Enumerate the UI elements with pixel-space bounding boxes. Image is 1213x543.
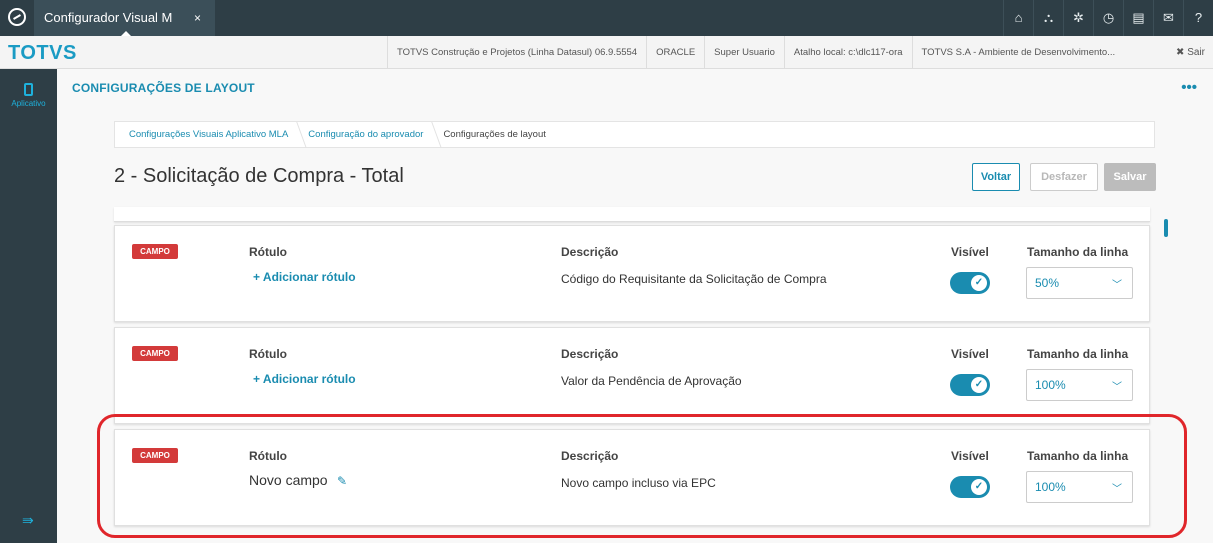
undo-button[interactable]: Desfazer	[1030, 163, 1098, 191]
visible-header: Visível	[951, 245, 989, 259]
info-shortcut: Atalho local: c:\dlc117-ora	[783, 36, 912, 69]
document-icon[interactable]: ▤	[1123, 0, 1153, 36]
app-tab-label: Configurador Visual M	[44, 10, 173, 25]
edit-pencil-icon[interactable]: ✎	[337, 474, 347, 488]
visible-toggle[interactable]: ✓	[950, 272, 990, 294]
info-product: TOTVS Construção e Projetos (Linha Datas…	[387, 36, 646, 69]
line-size-select[interactable]: 50% ﹀	[1026, 267, 1133, 299]
app-tab[interactable]: Configurador Visual M ×	[34, 0, 215, 37]
info-database: ORACLE	[646, 36, 704, 69]
add-label-link[interactable]: + Adicionar rótulo	[253, 372, 356, 386]
breadcrumb-item-layout-config: Configurações de layout	[443, 129, 546, 140]
field-description: Novo campo incluso via EPC	[561, 476, 716, 490]
sidebar-item-aplicativo[interactable]: Aplicativo	[0, 77, 57, 108]
field-card: CAMPO Rótulo + Adicionar rótulo Descriçã…	[114, 327, 1150, 424]
field-type-badge: CAMPO	[132, 448, 178, 463]
info-user: Super Usuario	[704, 36, 784, 69]
add-label-link[interactable]: + Adicionar rótulo	[253, 270, 356, 284]
section-title: CONFIGURAÇÕES DE LAYOUT	[72, 81, 255, 95]
chevron-down-icon: ﹀	[1112, 484, 1122, 495]
field-label: Novo campo	[249, 472, 328, 488]
description-header: Descrição	[561, 245, 619, 259]
collapse-sidebar-icon[interactable]: ⇛	[22, 512, 34, 529]
check-icon: ✓	[971, 275, 987, 291]
visible-toggle[interactable]: ✓	[950, 374, 990, 396]
info-environment: TOTVS S.A - Ambiente de Desenvolvimento.…	[911, 36, 1125, 69]
page-title: 2 - Solicitação de Compra - Total	[114, 165, 404, 187]
line-size-select[interactable]: 100% ﹀	[1026, 471, 1133, 503]
clock-icon[interactable]: ◷	[1093, 0, 1123, 36]
check-icon: ✓	[971, 377, 987, 393]
main-content: CONFIGURAÇÕES DE LAYOUT ••• Configuraçõe…	[57, 69, 1213, 543]
sidebar-item-label: Aplicativo	[11, 99, 46, 108]
field-card-new: CAMPO Rótulo Novo campo ✎ Descrição Novo…	[114, 429, 1150, 526]
scrollbar-thumb[interactable]	[1164, 219, 1168, 237]
breadcrumb: Configurações Visuais Aplicativo MLA Con…	[114, 121, 1155, 148]
environment-info: TOTVS Construção e Projetos (Linha Datas…	[387, 36, 1124, 69]
back-button[interactable]: Voltar	[972, 163, 1020, 191]
totvs-logo-icon[interactable]	[8, 8, 26, 26]
help-icon[interactable]: ?	[1183, 0, 1213, 36]
line-size-value: 100%	[1035, 480, 1066, 494]
field-description: Código do Requisitante da Solicitação de…	[561, 272, 827, 286]
mail-icon[interactable]: ✉	[1153, 0, 1183, 36]
save-button[interactable]: Salvar	[1104, 163, 1156, 191]
previous-field-card	[114, 207, 1150, 222]
field-type-badge: CAMPO	[132, 346, 178, 361]
logout-button[interactable]: ✖ Sair	[1176, 36, 1205, 69]
mobile-icon	[24, 83, 33, 96]
line-size-header: Tamanho da linha	[1027, 449, 1129, 463]
label-header: Rótulo	[249, 347, 287, 361]
visible-header: Visível	[951, 449, 989, 463]
line-size-value: 100%	[1035, 378, 1066, 392]
check-icon: ✓	[971, 479, 987, 495]
line-size-value: 50%	[1035, 276, 1060, 290]
line-size-select[interactable]: 100% ﹀	[1026, 369, 1133, 401]
close-tab-icon[interactable]: ×	[194, 0, 201, 36]
top-icon-bar: ⌂ ⛬ ✲ ◷ ▤ ✉ ?	[1003, 0, 1213, 36]
chevron-down-icon: ﹀	[1112, 382, 1122, 393]
label-header: Rótulo	[249, 245, 287, 259]
brand-logo: TOTVS	[8, 42, 77, 64]
description-header: Descrição	[561, 449, 619, 463]
more-options-icon[interactable]: •••	[1181, 79, 1197, 96]
field-type-badge: CAMPO	[132, 244, 178, 259]
home-icon[interactable]: ⌂	[1003, 0, 1033, 36]
breadcrumb-item-approver-config[interactable]: Configuração do aprovador	[302, 129, 437, 140]
field-description: Valor da Pendência de Aprovação	[561, 374, 742, 388]
label-header: Rótulo	[249, 449, 287, 463]
sidebar: Aplicativo ⇛	[0, 69, 57, 543]
breadcrumb-item-visual-config[interactable]: Configurações Visuais Aplicativo MLA	[123, 129, 302, 140]
sitemap-icon[interactable]: ⛬	[1033, 0, 1063, 36]
description-header: Descrição	[561, 347, 619, 361]
visible-header: Visível	[951, 347, 989, 361]
info-bar: TOTVS TOTVS Construção e Projetos (Linha…	[0, 36, 1213, 69]
top-tab-bar: Configurador Visual M × ⌂ ⛬ ✲ ◷ ▤ ✉ ?	[0, 0, 1213, 37]
line-size-header: Tamanho da linha	[1027, 245, 1129, 259]
field-card: CAMPO Rótulo + Adicionar rótulo Descriçã…	[114, 225, 1150, 322]
line-size-header: Tamanho da linha	[1027, 347, 1129, 361]
chevron-down-icon: ﹀	[1112, 280, 1122, 291]
settings-icon[interactable]: ✲	[1063, 0, 1093, 36]
visible-toggle[interactable]: ✓	[950, 476, 990, 498]
